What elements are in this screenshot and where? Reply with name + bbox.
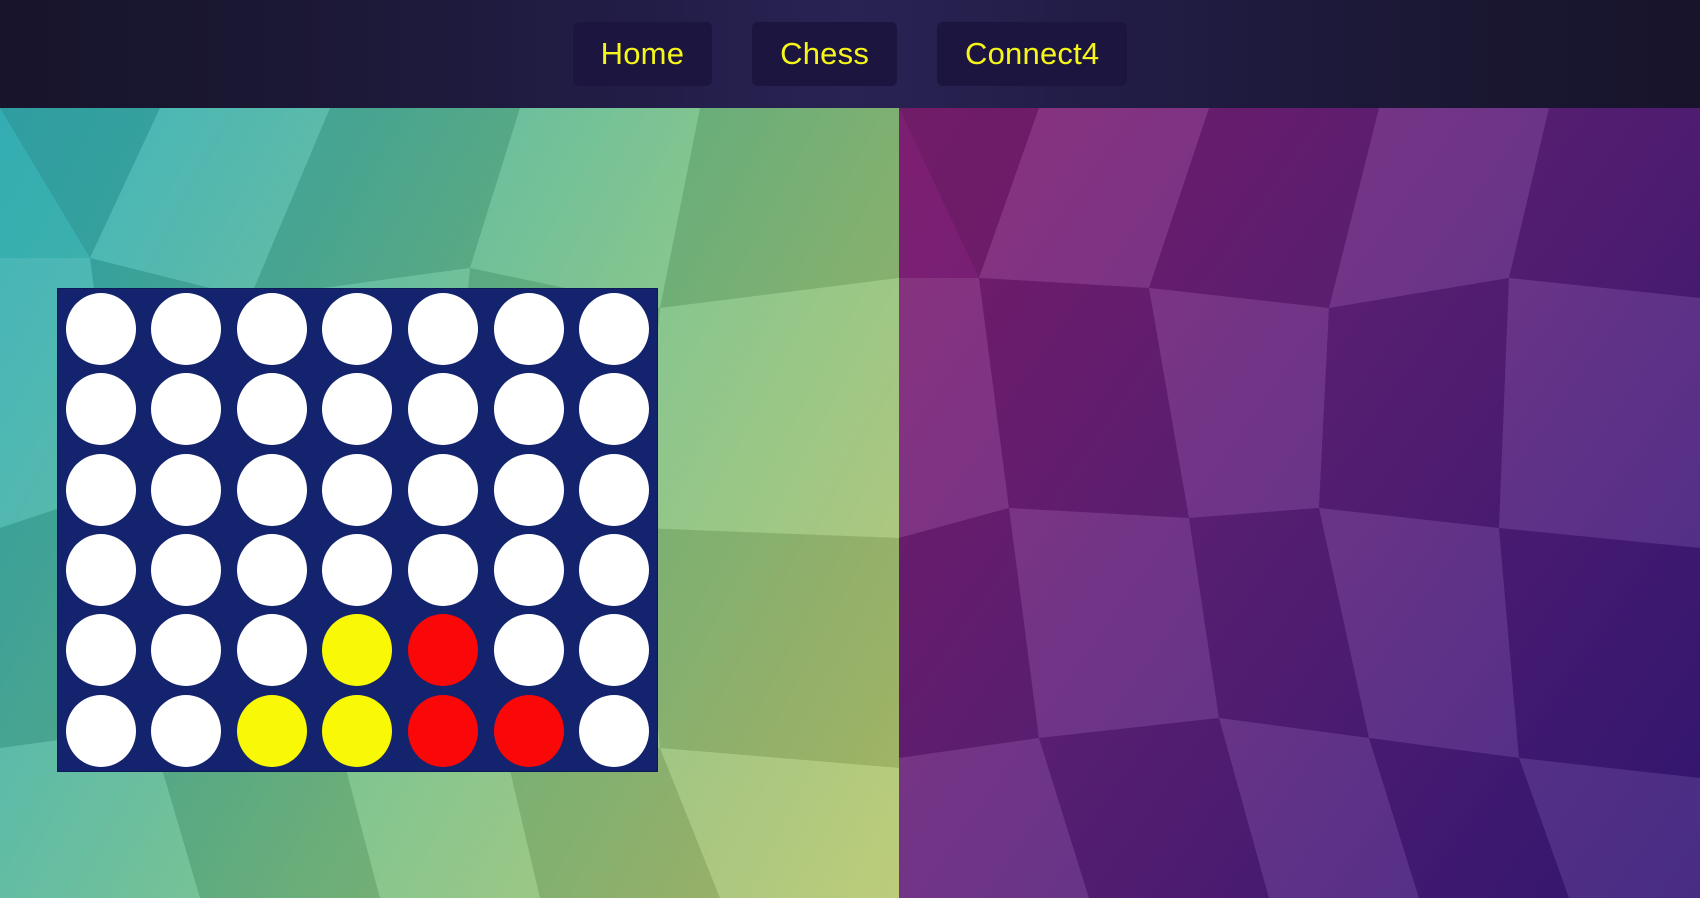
board-cell-r1-c5[interactable]: [486, 369, 572, 449]
disc-empty: [236, 534, 307, 607]
disc-empty: [65, 534, 136, 607]
disc-empty: [579, 534, 650, 607]
disc-empty: [65, 694, 136, 767]
board-cell-r5-c5[interactable]: [486, 691, 572, 771]
disc-empty: [579, 293, 650, 366]
board-cell-r1-c4[interactable]: [400, 369, 486, 449]
disc-empty: [151, 534, 222, 607]
board-cell-r0-c6[interactable]: [571, 289, 657, 369]
board-cell-r3-c6[interactable]: [571, 530, 657, 610]
polygon-texture-right: [899, 108, 1700, 898]
disc-empty: [65, 453, 136, 526]
disc-empty: [322, 534, 393, 607]
board-cell-r4-c1[interactable]: [144, 610, 230, 690]
chat-panel: Chat Room connect4 × william, welcome to…: [899, 108, 1700, 898]
main-content-area: Chat Room connect4 × william, welcome to…: [0, 108, 1700, 898]
disc-empty: [322, 373, 393, 446]
board-cell-r2-c6[interactable]: [571, 450, 657, 530]
disc-empty: [322, 293, 393, 366]
disc-empty: [493, 453, 564, 526]
disc-empty: [493, 373, 564, 446]
nav-item-home[interactable]: Home: [572, 21, 713, 87]
disc-empty: [65, 293, 136, 366]
board-cell-r4-c6[interactable]: [571, 610, 657, 690]
game-panel: [0, 108, 899, 898]
board-cell-r1-c3[interactable]: [315, 369, 401, 449]
board-cell-r2-c3[interactable]: [315, 450, 401, 530]
disc-yellow: [322, 614, 393, 687]
connect4-board[interactable]: [57, 288, 658, 772]
disc-empty: [408, 373, 479, 446]
board-cell-r5-c3[interactable]: [315, 691, 401, 771]
board-cell-r5-c6[interactable]: [571, 691, 657, 771]
board-cell-r5-c1[interactable]: [144, 691, 230, 771]
board-cell-r4-c2[interactable]: [229, 610, 315, 690]
disc-empty: [236, 373, 307, 446]
disc-yellow: [322, 694, 393, 767]
board-cell-r5-c0[interactable]: [58, 691, 144, 771]
board-cell-r5-c2[interactable]: [229, 691, 315, 771]
disc-empty: [579, 694, 650, 767]
disc-empty: [236, 453, 307, 526]
board-cell-r2-c1[interactable]: [144, 450, 230, 530]
board-cell-r0-c4[interactable]: [400, 289, 486, 369]
disc-empty: [493, 534, 564, 607]
board-cell-r3-c0[interactable]: [58, 530, 144, 610]
board-cell-r2-c0[interactable]: [58, 450, 144, 530]
board-cell-r0-c1[interactable]: [144, 289, 230, 369]
disc-empty: [151, 293, 222, 366]
disc-empty: [579, 453, 650, 526]
disc-empty: [65, 373, 136, 446]
nav-item-connect4[interactable]: Connect4: [937, 21, 1128, 87]
board-cell-r3-c4[interactable]: [400, 530, 486, 610]
disc-red: [408, 614, 479, 687]
board-cell-r3-c3[interactable]: [315, 530, 401, 610]
board-cell-r5-c4[interactable]: [400, 691, 486, 771]
board-cell-r2-c5[interactable]: [486, 450, 572, 530]
disc-empty: [408, 534, 479, 607]
board-cell-r1-c1[interactable]: [144, 369, 230, 449]
board-cell-r3-c2[interactable]: [229, 530, 315, 610]
disc-empty: [151, 614, 222, 687]
board-cell-r3-c1[interactable]: [144, 530, 230, 610]
board-cell-r4-c3[interactable]: [315, 610, 401, 690]
disc-empty: [65, 614, 136, 687]
disc-empty: [408, 293, 479, 366]
board-cell-r1-c0[interactable]: [58, 369, 144, 449]
board-cell-r1-c2[interactable]: [229, 369, 315, 449]
disc-empty: [493, 293, 564, 366]
disc-empty: [151, 453, 222, 526]
disc-red: [493, 694, 564, 767]
disc-empty: [579, 373, 650, 446]
board-cell-r2-c2[interactable]: [229, 450, 315, 530]
disc-empty: [493, 614, 564, 687]
board-cell-r4-c4[interactable]: [400, 610, 486, 690]
board-cell-r1-c6[interactable]: [571, 369, 657, 449]
board-cell-r0-c5[interactable]: [486, 289, 572, 369]
board-cell-r0-c3[interactable]: [315, 289, 401, 369]
board-cell-r2-c4[interactable]: [400, 450, 486, 530]
disc-empty: [151, 373, 222, 446]
disc-red: [408, 694, 479, 767]
board-cell-r0-c0[interactable]: [58, 289, 144, 369]
disc-yellow: [236, 694, 307, 767]
disc-empty: [151, 694, 222, 767]
disc-empty: [322, 453, 393, 526]
disc-empty: [236, 293, 307, 366]
top-navigation-bar: Home Chess Connect4: [0, 0, 1700, 108]
board-cell-r4-c5[interactable]: [486, 610, 572, 690]
board-cell-r3-c5[interactable]: [486, 530, 572, 610]
disc-empty: [579, 614, 650, 687]
disc-empty: [236, 614, 307, 687]
nav-item-chess[interactable]: Chess: [752, 21, 898, 87]
board-cell-r0-c2[interactable]: [229, 289, 315, 369]
disc-empty: [408, 453, 479, 526]
board-cell-r4-c0[interactable]: [58, 610, 144, 690]
